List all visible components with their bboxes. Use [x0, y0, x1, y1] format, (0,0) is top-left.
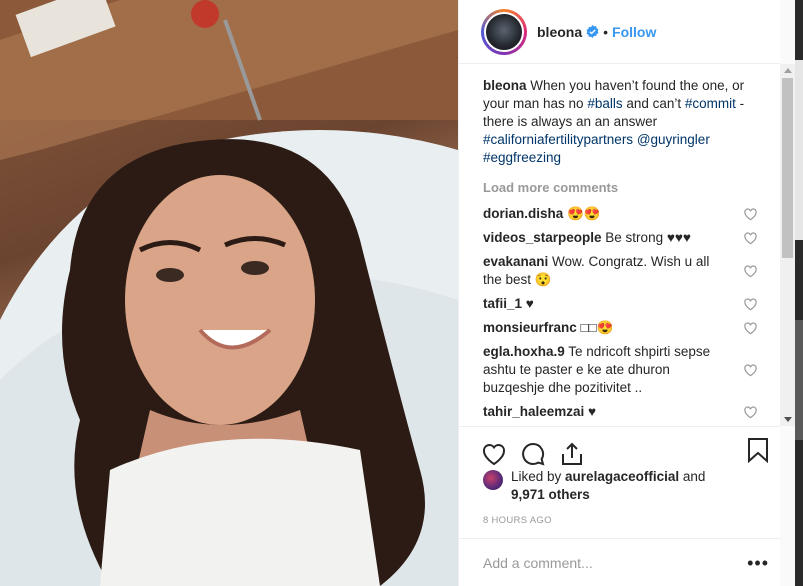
- likes-section: Liked by aurelagaceofficial and 9,971 ot…: [483, 468, 705, 504]
- comment-row: dorian.disha 😍😍: [483, 205, 757, 223]
- comment-row: monsieurfranc □□😍: [483, 319, 757, 337]
- comment-text: ♥: [522, 296, 534, 311]
- comment-body: videos_starpeople Be strong ♥♥♥: [483, 229, 728, 247]
- comment-text: □□😍: [576, 320, 614, 335]
- comment-username[interactable]: dorian.disha: [483, 206, 563, 221]
- small-heart-icon[interactable]: [744, 207, 757, 221]
- comment-body: tahir_haleemzai ♥: [483, 403, 728, 421]
- comment-text: 😍😍: [563, 206, 601, 221]
- liked-by-prefix: Liked by: [511, 469, 566, 484]
- comment-body: evakanani Wow. Congratz. Wish u all the …: [483, 253, 728, 289]
- likes-text: Liked by aurelagaceofficial and 9,971 ot…: [511, 468, 705, 504]
- comments-scrollbar[interactable]: [780, 64, 795, 426]
- comment-text: ♥: [584, 404, 597, 419]
- post-header: bleona • Follow: [459, 0, 780, 64]
- small-heart-icon[interactable]: [744, 405, 757, 419]
- background-page-edge: [795, 0, 803, 586]
- load-more-comments-button[interactable]: Load more comments: [483, 179, 757, 197]
- post-timestamp[interactable]: 8 HOURS AGO: [483, 515, 552, 526]
- more-options-icon[interactable]: •••: [747, 553, 769, 574]
- heart-icon[interactable]: [481, 441, 507, 467]
- small-heart-icon[interactable]: [744, 264, 757, 278]
- scroll-thumb[interactable]: [782, 78, 793, 258]
- liked-by-user[interactable]: aurelagaceofficial: [565, 469, 679, 484]
- comment-username[interactable]: egla.hoxha.9: [483, 344, 565, 359]
- comment-row: evakanani Wow. Congratz. Wish u all the …: [483, 253, 757, 289]
- caption-hashtag[interactable]: #commit: [685, 96, 736, 111]
- post-panel: bleona • Follow bleona When you haven’t …: [458, 0, 781, 586]
- comment-username[interactable]: videos_starpeople: [483, 230, 602, 245]
- caption-hashtag[interactable]: #californiafertilitypartners: [483, 132, 633, 147]
- caption-text-part: and can’t: [622, 96, 685, 111]
- caption-hashtag[interactable]: @guyringler: [637, 132, 710, 147]
- comments-list: bleona When you haven’t found the one, o…: [459, 64, 781, 426]
- verified-badge-icon: [586, 25, 599, 38]
- comment-row: tahir_haleemzai ♥: [483, 403, 757, 421]
- comment-row: videos_starpeople Be strong ♥♥♥: [483, 229, 757, 247]
- follow-button[interactable]: Follow: [612, 24, 656, 40]
- add-comment-input[interactable]: [483, 554, 733, 571]
- comment-row: tafii_1 ♥: [483, 295, 757, 313]
- add-comment-bar: •••: [459, 538, 781, 586]
- comment-text: Be strong ♥♥♥: [601, 230, 691, 245]
- comment-body: monsieurfranc □□😍: [483, 319, 728, 337]
- small-heart-icon[interactable]: [744, 297, 757, 311]
- photo-illustration: [0, 0, 458, 586]
- bookmark-icon[interactable]: [747, 437, 769, 463]
- caption: bleona When you haven’t found the one, o…: [483, 77, 757, 167]
- likes-count[interactable]: 9,971 others: [511, 487, 590, 502]
- caption-hashtag[interactable]: #eggfreezing: [483, 150, 561, 165]
- small-heart-icon[interactable]: [744, 231, 757, 245]
- comment-body: dorian.disha 😍😍: [483, 205, 728, 223]
- scroll-down-arrow[interactable]: [784, 417, 792, 422]
- header-username[interactable]: bleona: [537, 24, 582, 40]
- comment-rows: dorian.disha 😍😍 videos_starpeople Be stro…: [483, 205, 757, 421]
- comment-username[interactable]: monsieurfranc: [483, 320, 577, 335]
- scroll-up-arrow[interactable]: [784, 68, 792, 73]
- comment-row: egla.hoxha.9 Te ndricoft shpirti sepse a…: [483, 343, 757, 397]
- share-icon[interactable]: [559, 441, 585, 467]
- story-ring[interactable]: [481, 8, 527, 55]
- avatar[interactable]: [484, 11, 524, 52]
- post-photo[interactable]: [0, 0, 458, 586]
- liked-by-and: and: [679, 469, 706, 484]
- header-separator: •: [603, 23, 609, 40]
- comment-body: egla.hoxha.9 Te ndricoft shpirti sepse a…: [483, 343, 728, 397]
- caption-hashtag[interactable]: #balls: [587, 96, 622, 111]
- action-bar: [459, 426, 781, 472]
- caption-username[interactable]: bleona: [483, 78, 527, 93]
- small-heart-icon[interactable]: [744, 363, 757, 377]
- comment-icon[interactable]: [520, 441, 546, 467]
- comment-username[interactable]: tafii_1: [483, 296, 522, 311]
- liker-avatar[interactable]: [483, 470, 503, 490]
- comment-username[interactable]: evakanani: [483, 254, 548, 269]
- small-heart-icon[interactable]: [744, 321, 757, 335]
- comment-body: tafii_1 ♥: [483, 295, 728, 313]
- comment-username[interactable]: tahir_haleemzai: [483, 404, 584, 419]
